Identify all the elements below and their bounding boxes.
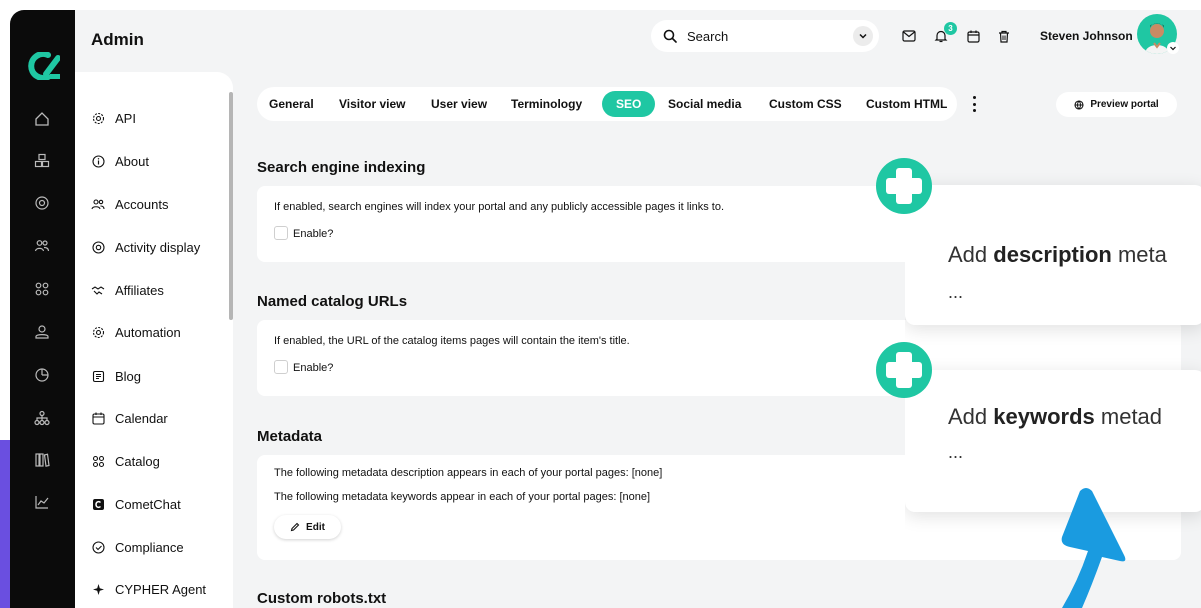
more-options-icon[interactable] — [971, 96, 977, 112]
section-title-metadata: Metadata — [257, 428, 323, 445]
gear-icon — [91, 111, 105, 125]
sidebar-item-label: Automation — [115, 324, 181, 340]
add-keywords-plus-icon[interactable] — [876, 342, 932, 398]
cubes-icon[interactable] — [32, 151, 52, 171]
page-title: Admin — [91, 30, 144, 49]
catalog-urls-description: If enabled, the URL of the catalog items… — [274, 335, 630, 347]
callout-keywords-dots: ... — [948, 442, 964, 462]
pie-icon[interactable] — [32, 365, 52, 385]
sidebar-item-label: CYPHER Agent — [115, 581, 207, 597]
sidebar-item-blog[interactable]: Blog — [91, 366, 141, 386]
sidebar-item-api[interactable]: API — [91, 108, 136, 128]
info-icon — [91, 154, 105, 168]
sidebar-item-automation[interactable]: Automation — [91, 322, 181, 342]
edit-label: Edit — [306, 521, 325, 533]
catalog-urls-enable-checkbox[interactable] — [274, 360, 288, 374]
tab-visitor-view[interactable]: Visitor view — [339, 87, 405, 121]
brand-logo — [28, 52, 60, 80]
catalog-urls-enable-label[interactable]: Enable? — [293, 362, 333, 374]
callout-description-dots: ... — [948, 282, 964, 302]
section-title-catalog-urls: Named catalog URLs — [257, 293, 408, 310]
callout-description-title: Add description meta — [948, 242, 1167, 267]
tab-terminology[interactable]: Terminology — [511, 87, 582, 121]
search-input[interactable]: Search — [651, 20, 879, 52]
sidebar-item-calendar[interactable]: Calendar — [91, 408, 168, 428]
notification-badge: 3 — [944, 22, 957, 35]
callout-keywords-title: Add keywords metad — [948, 404, 1163, 429]
calendar-icon[interactable] — [965, 28, 981, 44]
blog-icon — [91, 369, 105, 383]
sidebar-item-label: Accounts — [115, 196, 169, 212]
library-icon[interactable] — [32, 450, 52, 470]
sidebar-item-label: About — [115, 153, 149, 169]
mail-icon[interactable] — [901, 28, 917, 44]
tab-custom-css[interactable]: Custom CSS — [769, 87, 842, 121]
sidebar-item-activity-display[interactable]: Activity display — [91, 237, 200, 257]
add-description-plus-icon[interactable] — [876, 158, 932, 214]
sidebar-item-label: Affiliates — [115, 282, 164, 298]
target-icon — [91, 240, 105, 254]
sparkle-icon — [91, 582, 105, 596]
section-title-indexing: Search engine indexing — [257, 159, 426, 176]
chart-icon[interactable] — [32, 492, 52, 512]
sidebar-item-affiliates[interactable]: Affiliates — [91, 280, 164, 300]
home-icon[interactable] — [32, 109, 52, 129]
search-icon — [663, 29, 677, 43]
pencil-icon — [290, 522, 300, 532]
sidebar-item-cypher-agent[interactable]: CYPHER Agent — [91, 579, 206, 599]
search-placeholder: Search — [687, 28, 729, 44]
preview-portal-label: Preview portal — [1090, 99, 1159, 110]
chat-icon — [91, 497, 105, 511]
users-icon — [91, 197, 105, 211]
gear-icon — [91, 325, 105, 339]
sidebar-item-label: Catalog — [115, 453, 160, 469]
grid-icon[interactable] — [32, 279, 52, 299]
sidebar-item-cometchat[interactable]: CometChat — [91, 494, 181, 514]
edit-button[interactable]: Edit — [274, 515, 341, 539]
sidebar-item-label: Compliance — [115, 539, 184, 555]
sidebar-item-label: CometChat — [115, 496, 181, 512]
globe-icon — [1074, 99, 1084, 110]
edge-accent — [0, 440, 10, 608]
sidebar-item-catalog[interactable]: Catalog — [91, 451, 160, 471]
user-icon[interactable] — [32, 322, 52, 342]
target-icon[interactable] — [32, 193, 52, 213]
tab-custom-html[interactable]: Custom HTML — [866, 87, 947, 121]
tab-user-view[interactable]: User view — [431, 87, 487, 121]
tab-seo[interactable]: SEO — [602, 91, 656, 117]
preview-portal-button[interactable]: Preview portal — [1056, 92, 1177, 117]
tab-general[interactable]: General — [269, 87, 314, 121]
sidebar-item-compliance[interactable]: Compliance — [91, 537, 184, 557]
sidebar-item-accounts[interactable]: Accounts — [91, 194, 168, 214]
network-icon[interactable] — [32, 408, 52, 428]
sidebar-item-label: API — [115, 110, 136, 126]
avatar-chevron-icon[interactable] — [1167, 42, 1179, 54]
tab-social-media[interactable]: Social media — [668, 87, 741, 121]
metadata-keywords-line: The following metadata keywords appear i… — [274, 491, 651, 503]
chevron-down-icon[interactable] — [853, 26, 873, 46]
icon-rail — [10, 10, 75, 608]
shield-icon — [91, 540, 105, 554]
grid-icon — [91, 454, 105, 468]
handshake-icon — [91, 283, 105, 297]
indexing-enable-label[interactable]: Enable? — [293, 228, 333, 240]
user-name[interactable]: Steven Johnson — [1040, 29, 1133, 43]
calendar-icon — [91, 411, 105, 425]
sidebar-scrollbar[interactable] — [229, 92, 233, 320]
trash-icon[interactable] — [996, 28, 1012, 44]
arrow-up-icon — [1061, 488, 1126, 608]
users-icon[interactable] — [32, 236, 52, 256]
section-title-robots: Custom robots.txt — [257, 590, 387, 607]
indexing-enable-checkbox[interactable] — [274, 226, 288, 240]
sidebar-item-about[interactable]: About — [91, 151, 149, 171]
indexing-description: If enabled, search engines will index yo… — [274, 201, 725, 213]
callout-description[interactable]: Add description meta ... — [905, 185, 1201, 325]
sidebar-item-label: Blog — [115, 368, 142, 384]
metadata-description-line: The following metadata description appea… — [274, 467, 663, 479]
sidebar-item-label: Calendar — [115, 410, 168, 426]
sidebar-item-label: Activity display — [115, 239, 201, 255]
